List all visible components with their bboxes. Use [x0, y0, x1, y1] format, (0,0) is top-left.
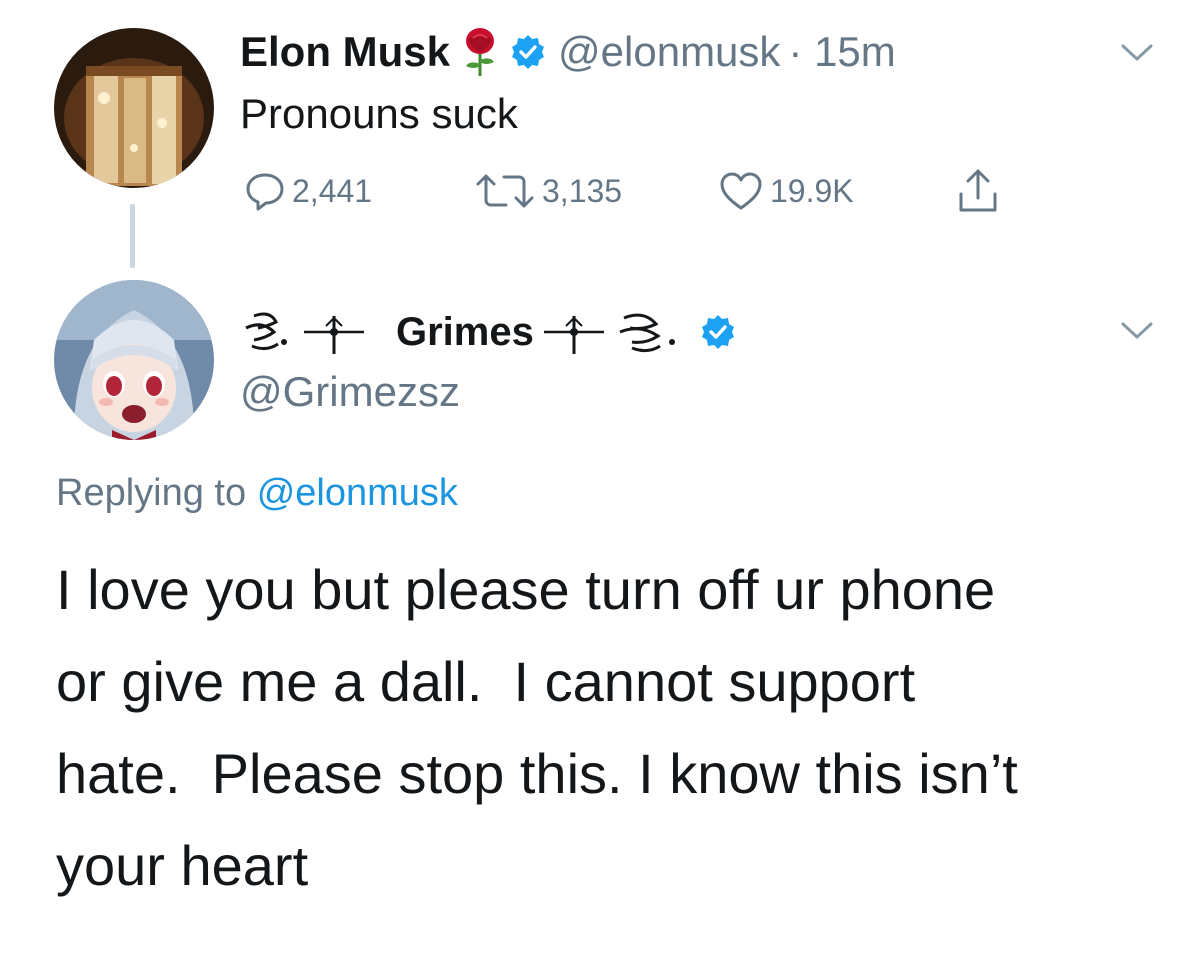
- chevron-down-icon[interactable]: [1120, 42, 1154, 64]
- retweet-icon: [476, 174, 534, 208]
- tweet-timestamp[interactable]: · 15m: [788, 28, 895, 76]
- reply-line: or give me a dall. I cannot support: [56, 650, 916, 713]
- grimes-avatar[interactable]: [54, 280, 214, 440]
- reply-line: hate. Please stop this. I know this isn’…: [56, 742, 1018, 805]
- verified-badge-icon: [700, 314, 736, 350]
- elon-avatar[interactable]: [54, 28, 214, 188]
- retweet-count: 3,135: [542, 172, 623, 209]
- reply-text: I love you but please turn off ur phone …: [56, 544, 1176, 912]
- elon-handle[interactable]: @elonmusk: [558, 28, 780, 76]
- grimes-display-name[interactable]: Grimes: [240, 306, 690, 358]
- reply-button[interactable]: 2,441: [244, 170, 372, 212]
- chevron-down-icon[interactable]: [1120, 320, 1154, 342]
- reply-line: I love you but please turn off ur phone: [56, 558, 996, 621]
- grimes-name-text: Grimes: [396, 309, 534, 354]
- like-button[interactable]: 19.9K: [718, 170, 854, 212]
- replying-mention-link[interactable]: @elonmusk: [257, 472, 458, 514]
- replying-to-line: Replying to @elonmusk: [56, 472, 458, 515]
- rose-icon: [460, 26, 500, 78]
- ornament-right-icon: [543, 313, 675, 354]
- reply-line: your heart: [56, 834, 309, 897]
- retweet-button[interactable]: 3,135: [474, 170, 622, 212]
- grimes-handle[interactable]: @Grimezsz: [240, 368, 460, 416]
- share-icon: [959, 169, 997, 212]
- tweet-text: Pronouns suck: [240, 90, 518, 137]
- reply-icon: [246, 173, 284, 211]
- ornament-left-icon: [245, 312, 364, 354]
- replying-prefix: Replying to: [56, 472, 247, 514]
- reply-count: 2,441: [292, 172, 373, 209]
- elon-display-name[interactable]: Elon Musk: [240, 28, 450, 76]
- thread-connector-line: [130, 204, 135, 268]
- like-icon: [720, 172, 762, 210]
- share-button[interactable]: [956, 168, 1006, 214]
- verified-badge-icon: [510, 34, 546, 70]
- like-count: 19.9K: [770, 172, 854, 209]
